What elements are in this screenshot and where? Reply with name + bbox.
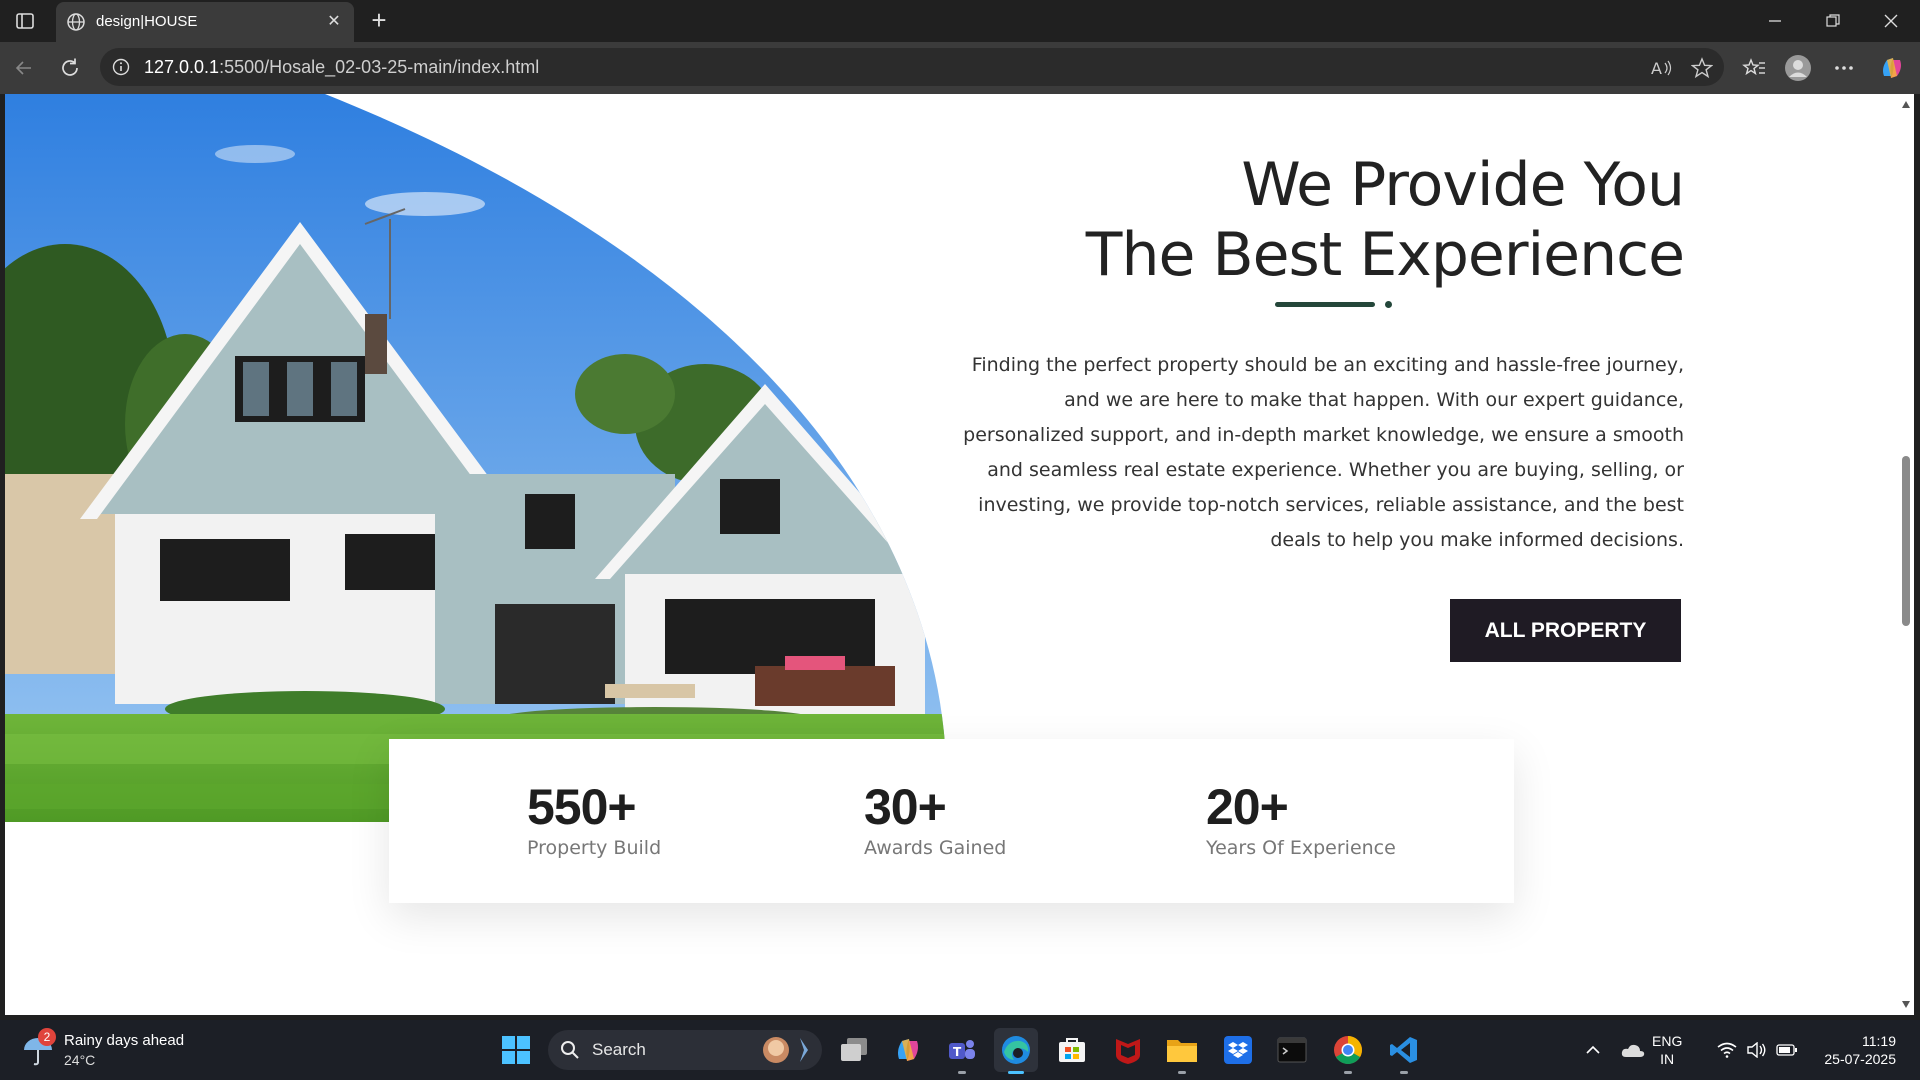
restore-icon[interactable]: [1804, 0, 1862, 42]
region-code: IN: [1660, 1051, 1675, 1067]
all-property-button[interactable]: ALL PROPERTY: [1450, 599, 1681, 662]
taskbar-search-box[interactable]: Search: [548, 1030, 822, 1070]
page-scrollbar[interactable]: [1898, 94, 1914, 1015]
show-hidden-icons-chevron-icon[interactable]: [1580, 1020, 1606, 1080]
stat-value: 30+: [864, 779, 947, 835]
read-aloud-icon[interactable]: A: [1650, 56, 1674, 80]
new-tab-button[interactable]: +: [364, 6, 394, 36]
running-indicator: [1008, 1071, 1024, 1074]
site-info-icon[interactable]: [112, 58, 130, 76]
vscode-icon[interactable]: [1382, 1028, 1426, 1074]
windows-taskbar: 2 Rainy days ahead 24°C Search T ENG IN …: [0, 1020, 1920, 1080]
stat-awards-gained: 30+ Awards Gained: [864, 779, 1006, 859]
weather-title: Rainy days ahead: [64, 1032, 185, 1049]
scrollbar-thumb[interactable]: [1902, 456, 1910, 626]
clock-time: 11:19: [1862, 1033, 1896, 1049]
house-hero-image: [5, 94, 945, 822]
close-tab-icon[interactable]: ✕: [324, 12, 344, 32]
favorite-star-icon[interactable]: [1690, 56, 1714, 80]
url-text: 127.0.0.1:5500/Hosale_02-03-25-main/inde…: [144, 57, 539, 78]
file-explorer-icon[interactable]: [1160, 1028, 1204, 1074]
dropbox-icon[interactable]: [1216, 1028, 1260, 1072]
language-code: ENG: [1652, 1033, 1683, 1049]
windows-start-icon[interactable]: [494, 1028, 538, 1072]
running-indicator: [1344, 1071, 1352, 1074]
chrome-icon[interactable]: [1326, 1028, 1370, 1074]
heading-line-2: The Best Experience: [1085, 220, 1685, 290]
running-indicator: [958, 1071, 966, 1074]
globe-icon: [66, 12, 86, 32]
url-host: 127.0.0.1: [144, 57, 220, 77]
minimize-icon[interactable]: [1746, 0, 1804, 42]
stat-years-experience: 20+ Years Of Experience: [1206, 779, 1396, 859]
search-icon: [561, 1041, 579, 1059]
task-view-icon[interactable]: [832, 1028, 876, 1072]
stat-value: 20+: [1206, 779, 1289, 835]
stat-label: Years Of Experience: [1206, 837, 1396, 859]
section-description: Finding the perfect property should be a…: [963, 354, 1684, 551]
wifi-icon[interactable]: [1714, 1020, 1740, 1080]
browser-tab-bar: design|HOUSE ✕ +: [0, 0, 1920, 42]
system-clock[interactable]: 11:19 25-07-2025: [1824, 1032, 1896, 1068]
url-path: :5500/Hosale_02-03-25-main/index.html: [219, 57, 540, 77]
copilot-icon[interactable]: [1876, 52, 1908, 84]
edge-browser-icon[interactable]: [994, 1028, 1038, 1074]
sidebar-toggle-icon[interactable]: [10, 9, 40, 33]
address-bar[interactable]: 127.0.0.1:5500/Hosale_02-03-25-main/inde…: [100, 48, 1724, 86]
page-viewport: We Provide You The Best Experience Findi…: [5, 94, 1898, 1015]
close-window-icon[interactable]: [1862, 0, 1920, 42]
back-arrow-icon[interactable]: [8, 52, 40, 84]
weather-alert-badge: 2: [38, 1028, 56, 1046]
stat-label: Property Build: [527, 837, 662, 859]
stat-property-build: 550+ Property Build: [527, 779, 661, 859]
heading-underline: [1275, 302, 1375, 307]
teams-icon[interactable]: T: [940, 1028, 984, 1074]
profile-avatar-icon[interactable]: [1782, 52, 1814, 84]
refresh-icon[interactable]: [54, 52, 86, 84]
input-language-indicator[interactable]: ENG IN: [1652, 1032, 1682, 1068]
clock-date: 25-07-2025: [1824, 1051, 1896, 1067]
section-heading: We Provide You The Best Experience: [1085, 150, 1685, 290]
mcafee-icon[interactable]: [1106, 1028, 1150, 1072]
stats-card: 550+ Property Build 30+ Awards Gained 20…: [389, 739, 1514, 903]
weather-temperature: 24°C: [64, 1052, 96, 1068]
heading-line-1: We Provide You: [1241, 150, 1685, 220]
search-highlight-icon: [763, 1037, 808, 1063]
battery-icon[interactable]: [1774, 1020, 1800, 1080]
scroll-up-arrow-icon[interactable]: [1901, 100, 1911, 110]
heading-underline-dot: [1385, 301, 1392, 308]
browser-toolbar: 127.0.0.1:5500/Hosale_02-03-25-main/inde…: [0, 42, 1920, 94]
stat-label: Awards Gained: [864, 837, 1007, 859]
running-indicator: [1178, 1071, 1186, 1074]
search-placeholder: Search: [592, 1040, 646, 1059]
stat-value: 550+: [527, 779, 637, 835]
weather-widget[interactable]: 2 Rainy days ahead 24°C: [22, 1028, 202, 1072]
copilot-app-icon[interactable]: [886, 1028, 930, 1072]
svg-text:T: T: [953, 1045, 962, 1059]
tab-title: design|HOUSE: [96, 13, 198, 30]
microsoft-store-icon[interactable]: [1050, 1028, 1094, 1072]
svg-text:A: A: [1651, 59, 1662, 77]
browser-tab[interactable]: design|HOUSE ✕: [56, 2, 354, 42]
favorites-icon[interactable]: [1738, 52, 1770, 84]
onedrive-cloud-icon[interactable]: [1618, 1020, 1648, 1080]
more-options-icon[interactable]: [1828, 52, 1860, 84]
running-indicator: [1400, 1071, 1408, 1074]
scroll-down-arrow-icon[interactable]: [1901, 999, 1911, 1009]
volume-icon[interactable]: [1744, 1020, 1770, 1080]
terminal-icon[interactable]: [1270, 1028, 1314, 1072]
